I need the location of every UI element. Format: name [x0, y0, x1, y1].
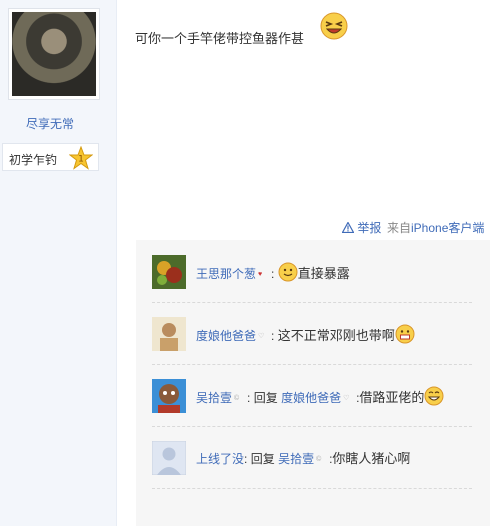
smile-face-icon	[278, 262, 298, 282]
level-badge[interactable]: 初学乍钓 1	[2, 143, 99, 171]
reply-prefix: 回复	[253, 391, 278, 405]
member-badge-icon: ©	[316, 456, 322, 464]
comment-item: 王思那个葱 ♥: 直接暴露	[152, 240, 472, 303]
commenter-name[interactable]: 王思那个葱	[196, 267, 256, 281]
comment-text: 借路亚佬的	[359, 390, 425, 405]
member-badge-icon: ♡	[258, 333, 265, 341]
member-badge-icon: ©	[234, 395, 240, 403]
commenter-avatar[interactable]	[152, 317, 186, 351]
grimace-face-icon	[395, 324, 415, 344]
author-sidebar: 尽享无常 初学乍钓 1	[0, 0, 117, 526]
star-icon: 1	[69, 146, 93, 170]
source-client-link[interactable]: iPhone客户端	[411, 221, 484, 235]
commenter-avatar[interactable]	[152, 441, 186, 475]
avatar-photo	[12, 12, 96, 96]
report-link[interactable]: 举报	[341, 219, 382, 236]
comment-item: 吴拾壹 ©: 回复 度娘他爸爸 ♡:借路亚佬的	[152, 364, 472, 427]
member-badge-icon: ♡	[343, 395, 350, 403]
post-text: 可你一个手竿佬带控鱼器作甚	[135, 31, 305, 46]
comment-text: 这不正常邓刚也带啊	[277, 328, 395, 343]
reply-prefix: 回复	[250, 452, 275, 466]
level-number: 1	[78, 155, 84, 165]
vip-badge-icon: ♥	[258, 271, 263, 279]
comment-separator: :	[271, 329, 275, 343]
comment-list: 王思那个葱 ♥: 直接暴露 度娘他爸爸 ♡: 这不正常邓刚也带啊 吴拾壹 ©:…	[136, 240, 490, 526]
comment-separator: :	[271, 267, 275, 281]
commenter-name[interactable]: 度娘他爸爸	[196, 329, 256, 343]
author-username[interactable]: 尽享无常	[0, 115, 100, 132]
commenter-avatar[interactable]	[152, 255, 186, 289]
report-label: 举报	[357, 221, 382, 235]
post-source: 来自iPhone客户端	[387, 219, 484, 236]
comment-body: 度娘他爸爸 ♡: 这不正常邓刚也带啊	[196, 324, 415, 344]
comment-text: 直接暴露	[297, 266, 350, 281]
comment-text: 你瞎人猪心啊	[332, 451, 411, 466]
comment-item: 上线了没: 回复 吴拾壹 ©:你瞎人猪心啊	[152, 426, 472, 489]
comment-body: 上线了没: 回复 吴拾壹 ©:你瞎人猪心啊	[196, 448, 410, 467]
source-prefix: 来自	[387, 221, 412, 235]
commenter-name[interactable]: 上线了没	[196, 452, 244, 466]
laughing-face-icon	[320, 12, 348, 40]
warning-icon	[341, 221, 355, 234]
commenter-avatar[interactable]	[152, 379, 186, 413]
comment-body: 王思那个葱 ♥: 直接暴露	[196, 262, 350, 282]
comment-separator: :	[244, 452, 248, 466]
author-avatar[interactable]	[8, 8, 100, 100]
grin-face-icon	[424, 386, 444, 406]
commenter-name[interactable]: 吴拾壹	[196, 391, 232, 405]
reply-target-name[interactable]: 度娘他爸爸	[281, 391, 341, 405]
level-title: 初学乍钓	[9, 153, 58, 167]
comment-body: 吴拾壹 ©: 回复 度娘他爸爸 ♡:借路亚佬的	[196, 386, 444, 406]
reply-target-name[interactable]: 吴拾壹	[278, 452, 314, 466]
comment-separator: :	[247, 391, 251, 405]
comment-item: 度娘他爸爸 ♡: 这不正常邓刚也带啊	[152, 302, 472, 365]
